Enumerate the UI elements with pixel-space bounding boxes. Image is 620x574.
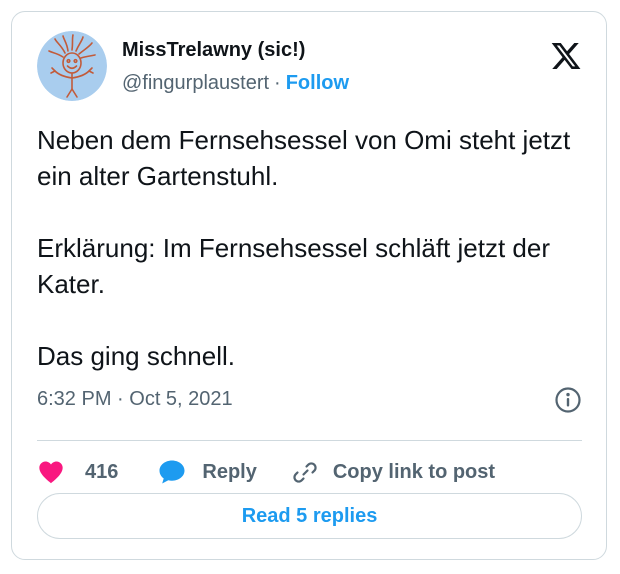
divider [37, 440, 582, 441]
read-replies-button[interactable]: Read 5 replies [37, 493, 582, 539]
tweet-text: Neben dem Fernsehsessel von Omi steht je… [37, 122, 597, 374]
link-icon [291, 458, 319, 486]
copy-link-label: Copy link to post [332, 460, 496, 483]
separator-dot: · [274, 72, 281, 94]
like-count: 416 [85, 460, 119, 483]
copy-link-button[interactable]: Copy link to post [291, 458, 495, 486]
heart-icon [37, 458, 65, 486]
info-icon[interactable] [554, 386, 582, 414]
avatar[interactable] [37, 31, 107, 101]
avatar-drawing-icon [37, 31, 107, 101]
tweet-paragraph: Das ging schnell. [37, 341, 235, 371]
action-bar: 416 Reply Copy link to post [37, 456, 495, 488]
speech-bubble-icon [158, 458, 186, 486]
author-display-name[interactable]: MissTrelawny (sic!) [122, 39, 305, 62]
tweet-paragraph: Neben dem Fernsehsessel von Omi steht je… [37, 125, 571, 191]
author-handle-row: @fingurplaustert · Follow [122, 72, 349, 95]
tweet-paragraph: Erklärung: Im Fernsehsessel schläft jetz… [37, 233, 550, 299]
x-logo-icon[interactable] [550, 40, 582, 72]
tweet-card: MissTrelawny (sic!) @fingurplaustert · Fol… [11, 11, 607, 560]
tweet-timestamp[interactable]: 6:32 PM · Oct 5, 2021 [37, 388, 233, 411]
reply-button[interactable]: Reply [158, 458, 257, 486]
author-handle[interactable]: @fingurplaustert [122, 72, 269, 94]
follow-button[interactable]: Follow [286, 72, 349, 94]
reply-label: Reply [202, 460, 257, 483]
like-button[interactable]: 416 [37, 458, 118, 486]
